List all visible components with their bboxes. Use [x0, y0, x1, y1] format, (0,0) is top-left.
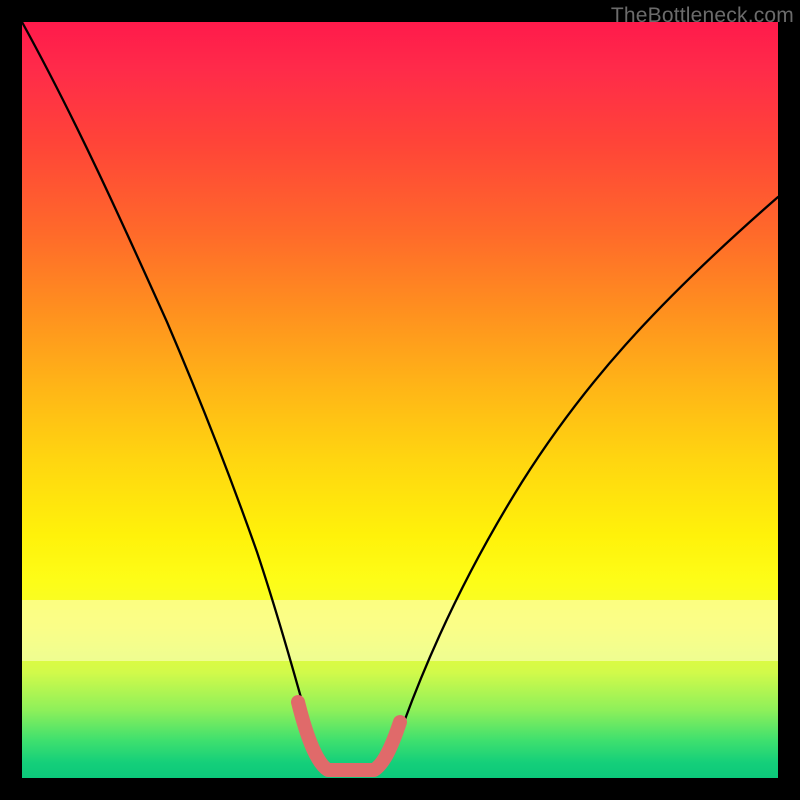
- watermark-text: TheBottleneck.com: [611, 4, 794, 28]
- optimal-flat-marker: [298, 702, 400, 770]
- plot-svg: [22, 22, 778, 778]
- chart-frame: [22, 22, 778, 778]
- bottleneck-curve: [22, 22, 778, 770]
